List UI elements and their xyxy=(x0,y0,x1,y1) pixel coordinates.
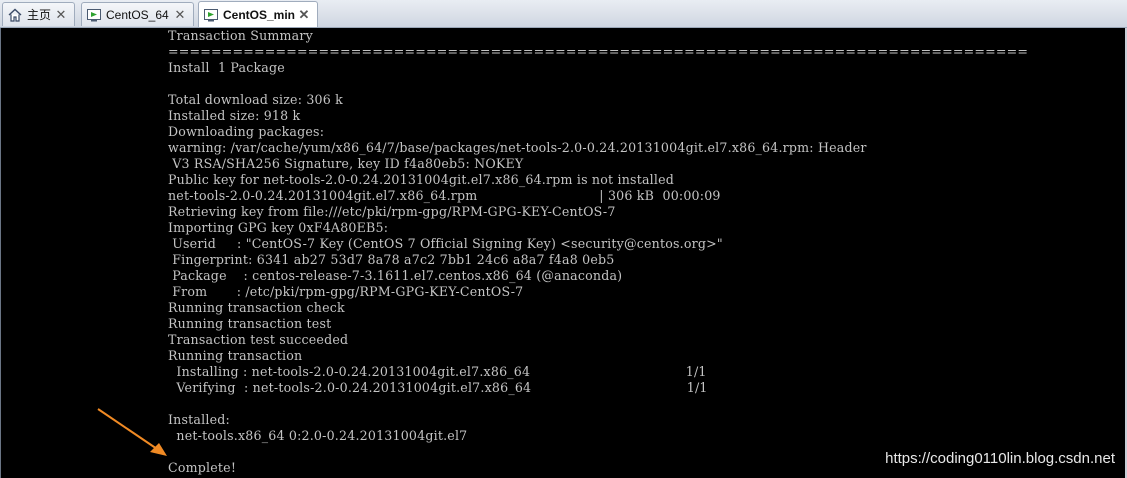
terminal-line: Install 1 Package xyxy=(168,60,285,75)
watermark: https://coding0110lin.blog.csdn.net xyxy=(885,450,1115,467)
vm-icon xyxy=(204,8,218,21)
close-icon[interactable]: ✕ xyxy=(54,7,68,22)
home-icon xyxy=(8,8,22,22)
terminal-line: Package : centos-release-7-3.1611.el7.ce… xyxy=(168,268,623,283)
terminal-line: Retrieving key from file:///etc/pki/rpm-… xyxy=(168,204,616,219)
terminal-output: Transaction Summary =====================… xyxy=(168,28,1028,476)
terminal-line: From : /etc/pki/rpm-gpg/RPM-GPG-KEY-Cent… xyxy=(168,284,524,299)
terminal-line: Total download size: 306 k xyxy=(168,92,344,107)
terminal-line: V3 RSA/SHA256 Signature, key ID f4a80eb5… xyxy=(168,156,524,171)
terminal-line: Transaction Summary xyxy=(168,28,313,43)
tab-bar: 主页 ✕ CentOS_64 ✕ CentOS_min ✕ xyxy=(0,0,1127,28)
terminal-line: net-tools.x86_64 0:2.0-0.24.20131004git.… xyxy=(168,428,468,443)
tab-label: CentOS_64 xyxy=(106,7,169,22)
tab-home[interactable]: 主页 ✕ xyxy=(2,2,75,26)
tab-label: 主页 xyxy=(27,8,52,22)
terminal-line: Installing : net-tools-2.0-0.24.20131004… xyxy=(168,364,707,379)
terminal-line: Verifying : net-tools-2.0-0.24.20131004g… xyxy=(168,380,708,395)
close-icon[interactable]: ✕ xyxy=(297,7,311,22)
tab-centos-64[interactable]: CentOS_64 ✕ xyxy=(81,2,194,26)
terminal-line: Installed: xyxy=(168,412,230,427)
tab-centos-min[interactable]: CentOS_min ✕ xyxy=(198,1,318,27)
tab-label: CentOS_min xyxy=(223,7,296,22)
terminal-line: Downloading packages: xyxy=(168,124,325,139)
terminal-line: Installed size: 918 k xyxy=(168,108,301,123)
annotation-arrow-icon xyxy=(97,408,167,456)
terminal-line: Userid : "CentOS-7 Key (CentOS 7 Officia… xyxy=(168,236,723,251)
terminal-line: Transaction test succeeded xyxy=(168,332,349,347)
terminal-line: ========================================… xyxy=(168,44,1029,59)
terminal-line: Running transaction xyxy=(168,348,303,363)
vm-icon xyxy=(87,8,101,21)
close-icon[interactable]: ✕ xyxy=(173,7,187,22)
terminal-line: warning: /var/cache/yum/x86_64/7/base/pa… xyxy=(168,140,867,155)
terminal-line: net-tools-2.0-0.24.20131004git.el7.x86_6… xyxy=(168,188,721,203)
terminal-line: Running transaction check xyxy=(168,300,345,315)
terminal-line: Running transaction test xyxy=(168,316,332,331)
terminal-line: Importing GPG key 0xF4A80EB5: xyxy=(168,220,389,235)
terminal-line: Public key for net-tools-2.0-0.24.201310… xyxy=(168,172,675,187)
terminal-line: Fingerprint: 6341 ab27 53d7 8a78 a7c2 7b… xyxy=(168,252,615,267)
